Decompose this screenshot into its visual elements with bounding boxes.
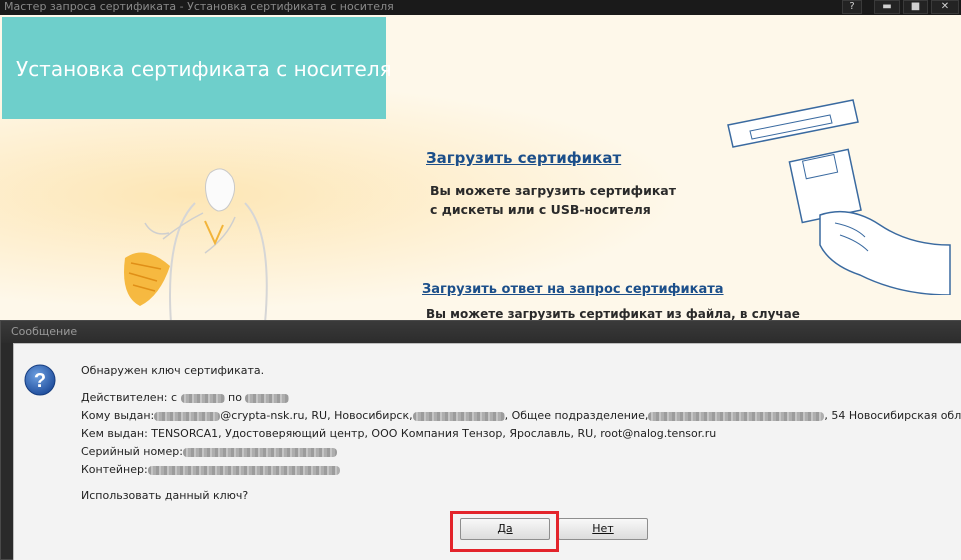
use-key-question: Использовать данный ключ? [81,489,249,502]
valid-prefix: Действителен: с [81,391,178,404]
wizard-window: Мастер запроса сертификата - Установка с… [0,0,961,560]
issued-to-prefix: Кому выдан: [81,409,155,422]
help-button[interactable]: ? [842,0,862,14]
issued-to-region: , 54 Новосибирская область, [824,409,961,422]
page-title: Установка сертификата с носителя [16,57,392,81]
description-line: с дискеты или с USB-носителя [430,202,651,217]
message-dialog: Сообщение ? Обнаружен ключ сертификата. … [0,320,961,560]
redacted-address [412,411,505,421]
valid-period: Действителен: с по [81,391,290,404]
serial-number: Серийный номер: [81,445,337,458]
load-certificate-description: Вы можете загрузить сертификат с дискеты… [430,181,676,219]
issued-to: Кому выдан: @crypta-nsk.ru, RU, Новосибир… [81,409,961,422]
dialog-title-bar: Сообщение [1,321,961,343]
container: Контейнер: [81,463,340,476]
redacted-serial [182,447,337,457]
valid-mid: по [228,391,242,404]
dialog-body: ? Обнаружен ключ сертификата. Действител… [13,343,961,560]
key-found-message: Обнаружен ключ сертификата. [81,364,265,377]
yes-button-highlight [450,511,559,552]
redacted-login [154,411,221,421]
redacted-date [180,393,225,403]
dialog-title: Сообщение [11,325,78,338]
woman-illustration [124,168,268,323]
question-icon: ? [24,364,56,396]
load-certificate-link[interactable]: Загрузить сертификат [426,149,621,167]
description-line: Вы можете загрузить сертификат [430,183,676,198]
no-button[interactable]: Нет [558,518,648,540]
window-title: Мастер запроса сертификата - Установка с… [4,0,394,13]
floppy-hand-illustration [727,99,951,295]
redacted-date [245,393,290,403]
close-button[interactable]: ✕ [931,0,959,14]
container-prefix: Контейнер: [81,463,148,476]
maximize-button[interactable]: ■ [903,0,928,14]
header-banner: Установка сертификата с носителя [2,17,392,119]
issued-to-dept: , Общее подразделение, [504,409,649,422]
load-response-description: Вы можете загрузить сертификат из файла,… [426,307,800,321]
issued-by: Кем выдан: TENSORCA1, Удостоверяющий цен… [81,427,717,440]
redacted-company [648,411,825,421]
redacted-container [147,465,340,475]
no-label: Нет [592,522,614,535]
minimize-button[interactable]: ▬ [874,0,900,14]
load-response-link[interactable]: Загрузить ответ на запрос сертификата [422,282,724,297]
serial-prefix: Серийный номер: [81,445,183,458]
issued-to-email: @crypta-nsk.ru, RU, Новосибирск, [220,409,413,422]
title-bar: Мастер запроса сертификата - Установка с… [0,0,961,15]
svg-text:?: ? [34,370,46,392]
